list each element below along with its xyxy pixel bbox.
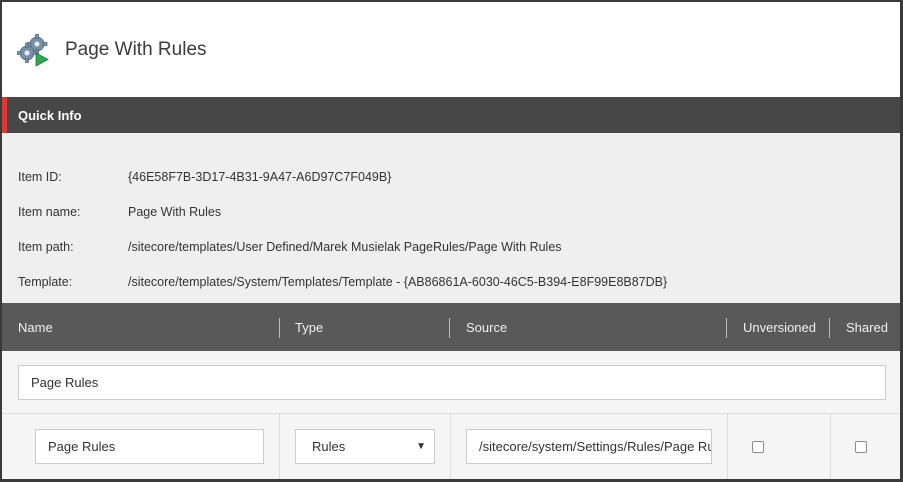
page-title: Page With Rules (65, 38, 207, 60)
column-shared-header: Shared (846, 319, 888, 335)
item-id-label: Item ID: (18, 169, 62, 184)
column-separator (449, 318, 450, 338)
unversioned-checkbox[interactable] (752, 441, 764, 453)
dropdown-arrow-icon: ▼ (416, 441, 426, 452)
quick-info-item-name: Item name: Page With Rules (18, 194, 900, 229)
column-divider (727, 414, 728, 479)
field-name-input[interactable] (35, 429, 264, 464)
item-path-value: /sitecore/templates/User Defined/Marek M… (128, 239, 562, 254)
quick-info-template: Template: /sitecore/templates/System/Tem… (18, 264, 900, 299)
column-separator (829, 318, 830, 338)
field-row: Rules ▼ (2, 413, 900, 479)
field-type-value: Rules (312, 439, 346, 454)
column-type-header: Type (295, 319, 324, 335)
column-divider (450, 414, 451, 479)
quick-info-item-id: Item ID: {46E58F7B-3D17-4B31-9A47-A6D97C… (18, 159, 900, 194)
shared-checkbox[interactable] (855, 441, 867, 453)
template-label: Template: (18, 274, 73, 289)
item-name-label: Item name: (18, 204, 81, 219)
column-name-header: Name (18, 319, 53, 335)
item-id-value: {46E58F7B-3D17-4B31-9A47-A6D97C7F049B} (128, 169, 392, 184)
title-bar: Page With Rules (2, 2, 900, 97)
quick-info-heading: Quick Info (18, 107, 82, 123)
column-separator (726, 318, 727, 338)
template-value: /sitecore/templates/System/Templates/Tem… (128, 274, 668, 289)
column-source-header: Source (466, 319, 508, 335)
quick-info-header[interactable]: Quick Info (2, 97, 900, 133)
quick-info-panel: Item ID: {46E58F7B-3D17-4B31-9A47-A6D97C… (2, 133, 900, 303)
column-unversioned-header: Unversioned (743, 319, 816, 335)
section-name-input[interactable] (18, 365, 886, 400)
item-path-label: Item path: (18, 239, 74, 254)
fields-grid-header: Name Type Source Unversioned Shared (2, 303, 900, 351)
section-row (2, 351, 900, 413)
item-name-value: Page With Rules (128, 204, 222, 219)
template-builder-window: Page With Rules Quick Info Item ID: {46E… (0, 0, 903, 482)
field-source-input[interactable] (466, 429, 712, 464)
column-divider (279, 414, 280, 479)
column-separator (279, 318, 280, 338)
field-type-select[interactable]: Rules ▼ (295, 429, 435, 464)
gears-play-icon (16, 33, 51, 67)
quick-info-item-path: Item path: /sitecore/templates/User Defi… (18, 229, 900, 264)
column-divider (830, 414, 831, 479)
